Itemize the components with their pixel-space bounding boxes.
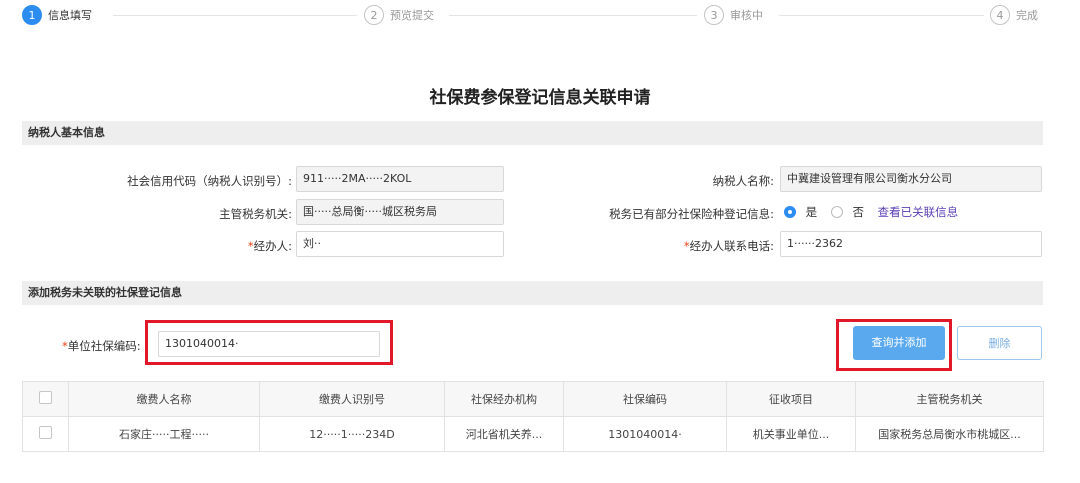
- agent-phone-label: *经办人联系电话:: [683, 239, 774, 253]
- column-header: 征收项目: [726, 381, 856, 417]
- step-label: 审核中: [730, 9, 763, 22]
- delete-button[interactable]: 删除: [957, 326, 1042, 360]
- agent-label: *经办人:: [247, 239, 292, 253]
- column-header: 社保编码: [563, 381, 727, 417]
- column-header: 缴费人识别号: [259, 381, 445, 417]
- tax-authority-field[interactable]: 国·····总局衡·····城区税务局: [296, 199, 504, 225]
- agent-phone-input[interactable]: 1······2362: [780, 231, 1042, 257]
- select-all-checkbox[interactable]: [39, 391, 52, 404]
- highlight-box-unit-code: [145, 320, 393, 365]
- step-label: 完成: [1016, 9, 1038, 22]
- registered-radio-group: 是 否 查看已关联信息: [784, 204, 958, 220]
- section-header-add-social-security: 添加税务未关联的社保登记信息: [22, 281, 1043, 305]
- step-label: 预览提交: [390, 9, 434, 22]
- highlight-box-query-button: [836, 319, 952, 371]
- unit-code-label: *单位社保编码:: [62, 339, 141, 353]
- radio-no[interactable]: [830, 206, 843, 218]
- step-number: 4: [990, 5, 1010, 25]
- agent-name-input[interactable]: 刘··: [296, 231, 504, 257]
- table-header-row: 缴费人名称 缴费人识别号 社保经办机构 社保编码 征收项目 主管税务机关: [22, 381, 1044, 417]
- tax-authority-label: 主管税务机关:: [219, 207, 292, 221]
- step-3: 3 审核中: [704, 4, 763, 26]
- step-label: 信息填写: [48, 9, 92, 22]
- view-linked-info-link[interactable]: 查看已关联信息: [878, 205, 959, 219]
- taxpayer-name-field[interactable]: 中冀建设管理有限公司衡水分公司: [780, 166, 1042, 192]
- step-connector: [113, 15, 357, 16]
- column-header: 社保经办机构: [444, 381, 564, 417]
- page-title: 社保费参保登记信息关联申请: [429, 88, 651, 108]
- table-cell: 石家庄·····工程·····: [68, 416, 260, 452]
- step-number: 3: [704, 5, 724, 25]
- taxpayer-name-label: 纳税人名称:: [712, 174, 774, 188]
- column-header: 缴费人名称: [68, 381, 260, 417]
- step-connector: [449, 15, 697, 16]
- table-cell: 机关事业单位...: [726, 416, 856, 452]
- table-cell: 1301040014·: [563, 416, 727, 452]
- section-header-basic-info: 纳税人基本信息: [22, 121, 1043, 145]
- radio-yes[interactable]: [784, 206, 796, 218]
- step-2: 2 预览提交: [364, 4, 434, 26]
- step-connector: [779, 15, 984, 16]
- progress-steps: 1 信息填写 2 预览提交 3 审核中 4 完成: [0, 0, 1080, 34]
- table-cell: 12·····1·····234D: [259, 416, 445, 452]
- row-checkbox[interactable]: [39, 426, 52, 439]
- table-row[interactable]: 石家庄·····工程····· 12·····1·····234D 河北省机关养…: [22, 416, 1044, 452]
- step-number: 1: [22, 5, 42, 25]
- registered-info-label: 税务已有部分社保险种登记信息:: [609, 207, 774, 221]
- table-cell: 河北省机关养...: [444, 416, 564, 452]
- select-all-cell: [22, 381, 69, 417]
- step-4: 4 完成: [990, 4, 1038, 26]
- credit-code-field[interactable]: 911·····2MA·····2KOL: [296, 166, 504, 192]
- step-1: 1 信息填写: [22, 4, 92, 26]
- step-number: 2: [364, 5, 384, 25]
- table-cell: 国家税务总局衡水市桃城区...: [855, 416, 1044, 452]
- social-security-table: 缴费人名称 缴费人识别号 社保经办机构 社保编码 征收项目 主管税务机关 石家庄…: [22, 381, 1044, 452]
- credit-code-label: 社会信用代码（纳税人识别号）:: [127, 174, 292, 188]
- radio-yes-label: 是: [805, 205, 818, 219]
- radio-no-label: 否: [852, 205, 864, 219]
- column-header: 主管税务机关: [855, 381, 1044, 417]
- row-select-cell: [22, 416, 69, 452]
